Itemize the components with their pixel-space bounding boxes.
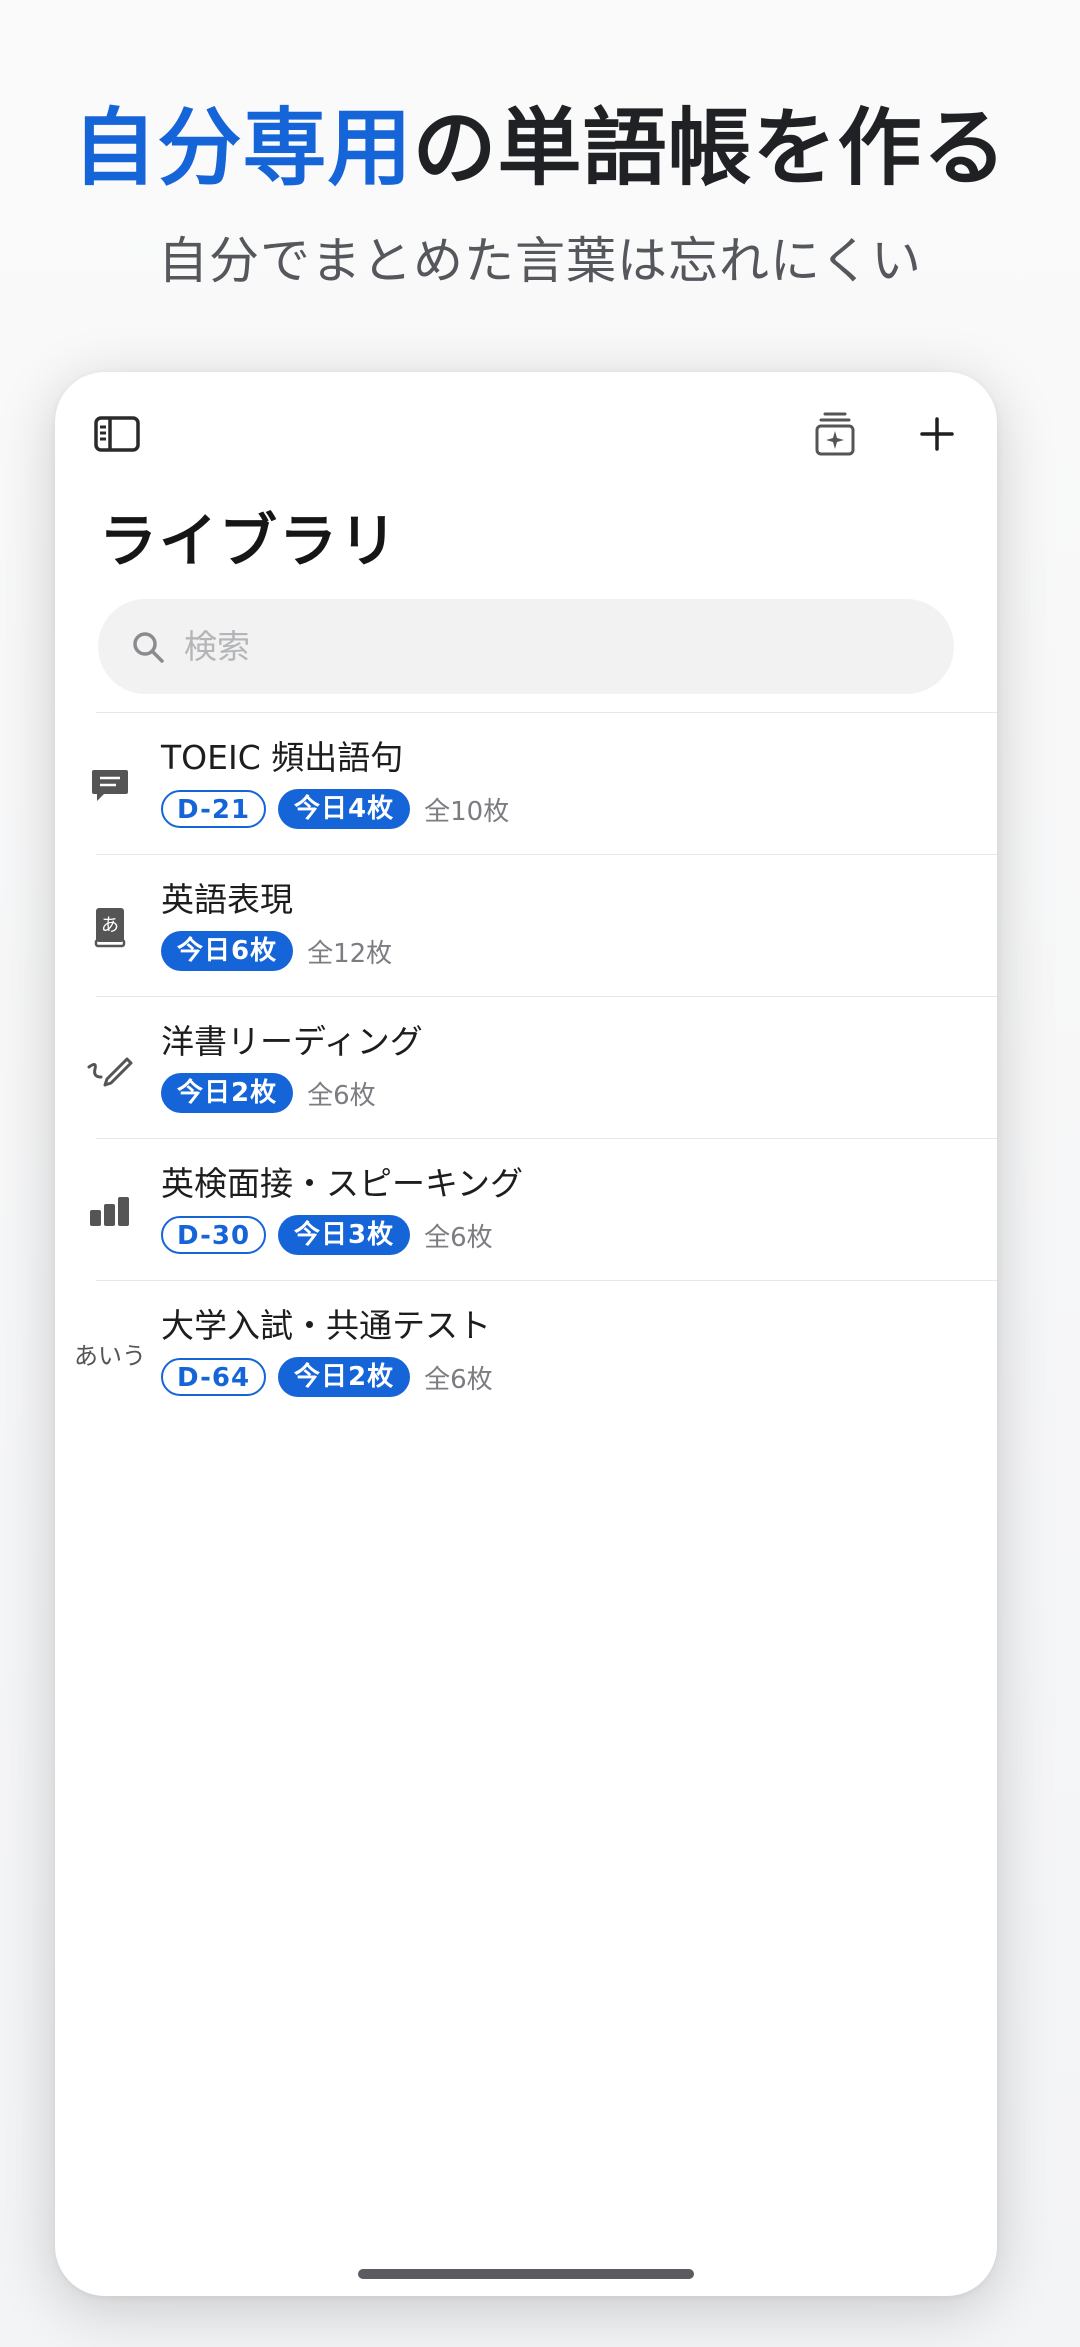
home-indicator[interactable] bbox=[358, 2269, 694, 2279]
phone-screen: ライブラリ TOEIC 頻出語句 D-21 今日4枚 全1 bbox=[55, 372, 997, 2296]
deadline-badge: D-64 bbox=[161, 1358, 267, 1396]
add-button[interactable] bbox=[905, 402, 969, 466]
sidebar-icon bbox=[94, 416, 140, 452]
list-item[interactable]: 英検面接・スピーキング D-30 今日3枚 全6枚 bbox=[90, 1138, 997, 1280]
item-title: 洋書リーディング bbox=[161, 1022, 423, 1061]
search-input[interactable] bbox=[182, 626, 946, 667]
total-count: 全10枚 bbox=[424, 796, 510, 827]
total-count: 全12枚 bbox=[307, 938, 393, 969]
hiragana-text-icon: あいう bbox=[74, 1325, 146, 1381]
svg-text:あ: あ bbox=[101, 915, 119, 936]
page-title: ライブラリ bbox=[99, 507, 400, 575]
list-item[interactable]: あいう 大学入試・共通テスト D-64 今日2枚 全6枚 bbox=[74, 1280, 997, 1422]
item-title: 英語表現 bbox=[161, 880, 293, 919]
list-item[interactable]: あ 英語表現 今日6枚 全12枚 bbox=[94, 854, 997, 996]
handwriting-pencil-icon bbox=[82, 1041, 138, 1097]
promo-title-rest: の単語帳を作る bbox=[412, 99, 1008, 197]
toolbar bbox=[55, 372, 997, 492]
item-badges: D-64 今日2枚 全6枚 bbox=[161, 1357, 493, 1397]
deadline-badge: D-21 bbox=[161, 790, 267, 828]
item-title: TOEIC 頻出語句 bbox=[161, 738, 404, 777]
today-count-badge: 今日6枚 bbox=[161, 931, 294, 971]
bar-chart-icon bbox=[82, 1183, 138, 1239]
promo-subtitle: 自分でまとめた言葉は忘れにくい bbox=[158, 231, 922, 290]
chat-bubble-icon bbox=[82, 757, 138, 813]
total-count: 全6枚 bbox=[424, 1364, 493, 1395]
item-badges: 今日2枚 全6枚 bbox=[161, 1073, 376, 1113]
list-item[interactable]: TOEIC 頻出語句 D-21 今日4枚 全10枚 bbox=[92, 712, 997, 854]
deadline-badge: D-30 bbox=[161, 1216, 267, 1254]
hiragana-text: あいう bbox=[74, 1341, 146, 1370]
total-count: 全6枚 bbox=[307, 1080, 376, 1111]
item-badges: D-30 今日3枚 全6枚 bbox=[161, 1215, 493, 1255]
item-title: 英検面接・スピーキング bbox=[161, 1164, 524, 1203]
item-title: 大学入試・共通テスト bbox=[161, 1306, 491, 1345]
deck-generate-button[interactable] bbox=[803, 402, 867, 466]
today-count-badge: 今日2枚 bbox=[278, 1357, 411, 1397]
promo-title-accent: 自分専用 bbox=[72, 99, 413, 197]
list-item[interactable]: 洋書リーディング 今日2枚 全6枚 bbox=[87, 996, 997, 1138]
promo-header: 自分専用の単語帳を作る 自分でまとめた言葉は忘れにくい bbox=[0, 100, 1080, 293]
card-stack-sparkle-icon bbox=[815, 412, 855, 456]
promo-title: 自分専用の単語帳を作る bbox=[0, 100, 1080, 197]
today-count-badge: 今日2枚 bbox=[161, 1073, 294, 1113]
search-bar[interactable] bbox=[98, 599, 954, 694]
sidebar-toggle-button[interactable] bbox=[85, 402, 149, 466]
search-icon bbox=[128, 627, 168, 667]
item-badges: D-21 今日4枚 全10枚 bbox=[161, 789, 509, 829]
library-list: TOEIC 頻出語句 D-21 今日4枚 全10枚 あ 英語表現 今日6枚 全1… bbox=[55, 712, 997, 1422]
plus-icon bbox=[920, 417, 954, 451]
item-badges: 今日6枚 全12枚 bbox=[161, 931, 392, 971]
dictionary-book-icon: あ bbox=[82, 899, 138, 955]
today-count-badge: 今日4枚 bbox=[278, 789, 411, 829]
total-count: 全6枚 bbox=[424, 1222, 493, 1253]
today-count-badge: 今日3枚 bbox=[278, 1215, 411, 1255]
